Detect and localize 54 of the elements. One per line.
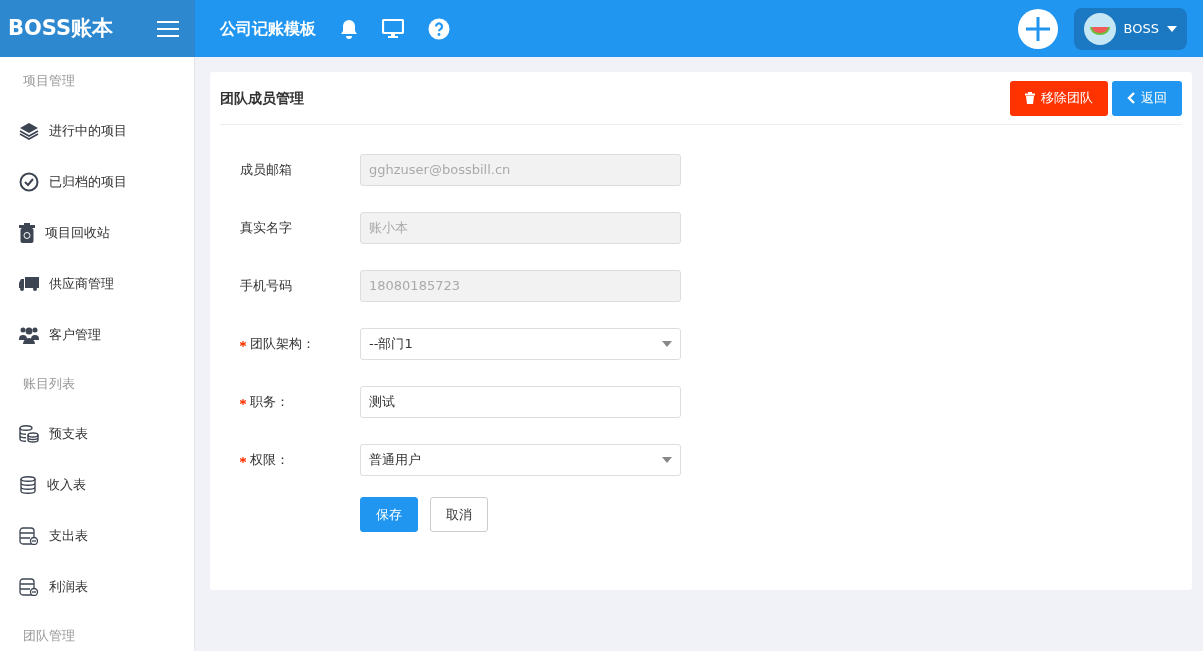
sidebar-item[interactable]: 收入表: [0, 459, 194, 510]
input-field: 18080185723: [360, 270, 681, 302]
sidebar-heading: 账目列表: [22, 375, 76, 393]
sidebar-item[interactable]: 预支表: [0, 408, 194, 459]
sidebar-heading: 团队管理: [22, 627, 76, 645]
sidebar-heading: 项目管理: [22, 72, 76, 90]
card-title: 团队成员管理: [220, 88, 304, 108]
input-field: 账小本: [360, 212, 681, 244]
database-icon: [19, 475, 37, 494]
caret-icon: [662, 341, 672, 347]
remove-team-button[interactable]: 移除团队: [1010, 80, 1108, 116]
sidebar-item[interactable]: 已归档的项目: [0, 156, 194, 207]
field-label: 真实名字: [240, 219, 292, 238]
field-label: 团队架构：: [250, 335, 315, 354]
sidebar-item[interactable]: 进行中的项目: [0, 105, 194, 156]
users-icon: [19, 325, 39, 344]
layers-icon: [19, 121, 39, 140]
trash-icon: [1025, 92, 1035, 104]
select-field[interactable]: --部门1: [360, 328, 681, 360]
field-label: 手机号码: [240, 277, 292, 296]
input-field[interactable]: 测试: [360, 386, 681, 418]
user-menu[interactable]: BOSS: [1073, 7, 1187, 50]
trash-bin-icon: [19, 222, 35, 243]
cancel-button[interactable]: 取消: [430, 497, 488, 532]
field-label: 职务：: [250, 393, 289, 412]
logo-text: BOSS账本: [8, 14, 114, 42]
input-field: gghzuser@bossbill.cn: [360, 154, 681, 186]
add-button[interactable]: [1017, 8, 1058, 49]
sidebar-item[interactable]: 支出表: [0, 510, 194, 561]
sidebar-item[interactable]: 客户管理: [0, 309, 194, 360]
app-title: 公司记账模板: [220, 17, 316, 40]
sidebar-item[interactable]: 供应商管理: [0, 258, 194, 309]
help-icon[interactable]: [428, 17, 450, 40]
menu-icon[interactable]: [157, 20, 179, 37]
asterisk-icon: [240, 399, 246, 405]
select-field[interactable]: 普通用户: [360, 444, 681, 476]
asterisk-icon: [240, 341, 246, 347]
asterisk-icon: [240, 457, 246, 463]
database-minus-icon: [19, 526, 39, 545]
bell-icon[interactable]: [340, 18, 358, 39]
sidebar-item[interactable]: 利润表: [0, 561, 194, 612]
field-label: 成员邮箱: [240, 161, 292, 180]
watermelon-avatar-icon: [1083, 12, 1116, 45]
truck-icon: [19, 275, 39, 292]
field-label: 权限：: [250, 451, 289, 470]
database-minus-icon: [19, 577, 39, 596]
caret-icon: [1167, 25, 1177, 32]
monitor-icon[interactable]: [382, 18, 404, 39]
plus-icon: [1024, 15, 1051, 42]
caret-icon: [662, 457, 672, 463]
check-circle-icon: [19, 171, 39, 192]
chevron-left-icon: [1127, 92, 1135, 104]
coins-icon: [19, 424, 39, 443]
sidebar-item[interactable]: 项目回收站: [0, 207, 194, 258]
